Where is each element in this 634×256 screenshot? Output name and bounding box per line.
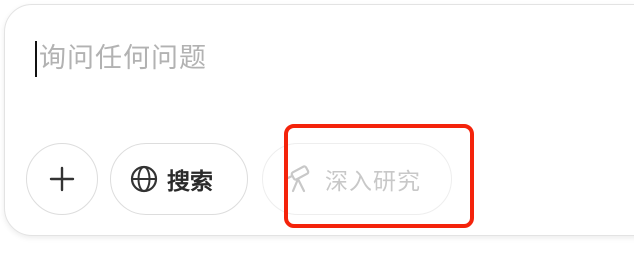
chat-composer-screenshot: 询问任何问题 搜索 深入研究 <box>0 0 634 256</box>
prompt-input[interactable]: 询问任何问题 <box>35 37 595 81</box>
attach-button[interactable] <box>26 143 98 215</box>
search-button[interactable]: 搜索 <box>110 143 248 215</box>
prompt-placeholder: 询问任何问题 <box>39 43 207 74</box>
globe-icon <box>129 164 159 194</box>
deep-research-button[interactable]: 深入研究 <box>262 143 452 215</box>
deep-research-label: 深入研究 <box>325 169 421 195</box>
telescope-icon <box>283 163 315 195</box>
plus-icon <box>48 165 76 193</box>
search-button-label: 搜索 <box>167 169 213 195</box>
text-caret <box>35 41 37 77</box>
